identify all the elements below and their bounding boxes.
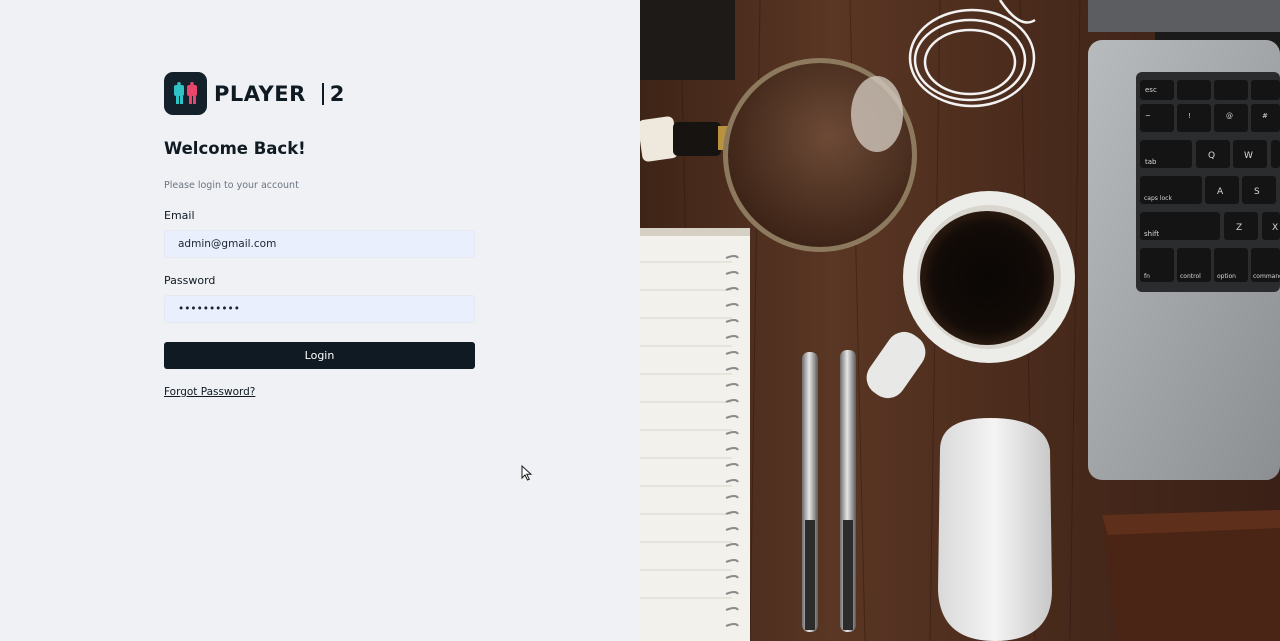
email-field[interactable] [164, 230, 475, 258]
email-label: Email [164, 209, 195, 222]
login-button[interactable]: Login [164, 342, 475, 369]
key-option: option [1217, 273, 1236, 280]
login-page: PLAYER 2 Welcome Back! Please login to y… [0, 0, 1280, 641]
page-subtitle: Please login to your account [164, 180, 299, 191]
key-w: W [1244, 151, 1253, 161]
forgot-password-link[interactable]: Forgot Password? [164, 386, 255, 398]
login-panel: PLAYER 2 Welcome Back! Please login to y… [0, 0, 640, 641]
key-z: Z [1236, 223, 1242, 233]
key-control: control [1180, 273, 1201, 280]
desk-photo: esc ~ ! @ # tab Q W caps lock A S shift … [640, 0, 1280, 641]
key-hash: # [1262, 112, 1268, 120]
key-fn: fn [1144, 273, 1150, 280]
key-tab: tab [1145, 158, 1157, 166]
key-caps-lock: caps lock [1144, 195, 1172, 202]
key-exclamation: ! [1188, 112, 1191, 120]
player2-logo-icon [164, 72, 207, 115]
brand-divider [321, 82, 324, 105]
hero-image: esc ~ ! @ # tab Q W caps lock A S shift … [640, 0, 1280, 641]
key-q: Q [1208, 151, 1215, 161]
key-s: S [1254, 187, 1260, 197]
brand-logo: PLAYER 2 [164, 72, 344, 115]
password-field[interactable] [164, 295, 475, 323]
mouse-cursor-icon [521, 465, 533, 481]
key-x: X [1272, 223, 1278, 233]
key-command: command [1253, 273, 1280, 280]
brand-name: PLAYER [214, 81, 306, 106]
password-label: Password [164, 274, 216, 287]
page-title: Welcome Back! [164, 139, 306, 158]
key-tilde: ~ [1145, 112, 1151, 120]
key-shift: shift [1144, 230, 1159, 238]
brand-number: 2 [329, 81, 345, 106]
key-esc: esc [1145, 86, 1157, 94]
key-at: @ [1226, 112, 1233, 120]
key-a: A [1217, 187, 1224, 197]
